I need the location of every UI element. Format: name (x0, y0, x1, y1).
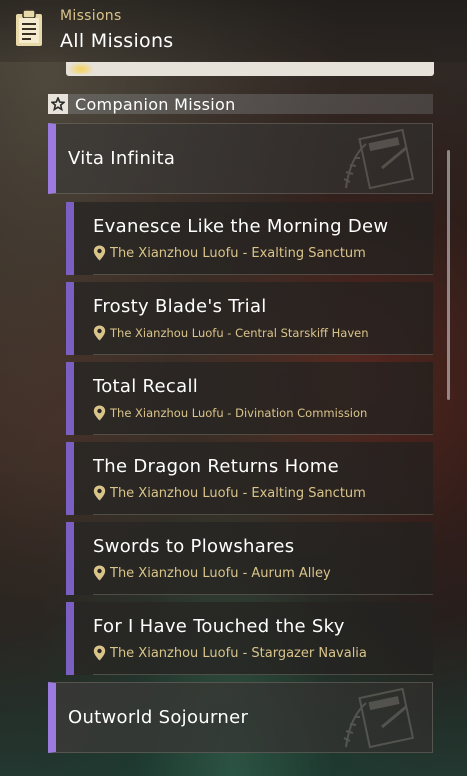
mission-item[interactable]: Total Recall The Xianzhou Luofu - Divina… (66, 362, 433, 435)
divider (93, 274, 433, 275)
divider (93, 514, 433, 515)
mission-item[interactable]: Frosty Blade's Trial The Xianzhou Luofu … (66, 282, 433, 355)
mission-title: Swords to Plowshares (93, 536, 295, 557)
mission-item[interactable]: The Dragon Returns Home The Xianzhou Luo… (66, 442, 433, 515)
mission-location-text: The Xianzhou Luofu - Divination Commissi… (110, 406, 368, 420)
mission-item[interactable]: Evanesce Like the Morning Dew The Xianzh… (66, 202, 433, 275)
mission-title: Frosty Blade's Trial (93, 296, 267, 317)
group-title: Outworld Sojourner (68, 707, 249, 728)
mission-accent-bar (66, 602, 74, 675)
mission-title: For I Have Touched the Sky (93, 616, 345, 637)
mission-location-text: The Xianzhou Luofu - Exalting Sanctum (110, 485, 366, 501)
mission-accent-bar (66, 522, 74, 595)
scrollbar[interactable] (447, 150, 450, 400)
mission-title: The Dragon Returns Home (93, 456, 339, 477)
location-pin-icon (93, 245, 106, 261)
divider (93, 354, 433, 355)
mission-accent-bar (66, 282, 74, 355)
section-label: Companion Mission (75, 94, 236, 114)
mission-accent-bar (66, 362, 74, 435)
mission-location-text: The Xianzhou Luofu - Central Starskiff H… (110, 326, 369, 340)
location-pin-icon (93, 645, 106, 661)
mission-location-text: The Xianzhou Luofu - Stargazer Navalia (110, 645, 367, 661)
divider (93, 434, 433, 435)
clipboard-icon (16, 9, 42, 46)
mission-accent-bar (66, 202, 74, 275)
mission-location: The Xianzhou Luofu - Central Starskiff H… (93, 325, 369, 341)
companion-emblem-icon (343, 128, 415, 190)
mission-title: Total Recall (93, 376, 199, 397)
group-header-outworld-sojourner[interactable]: Outworld Sojourner (48, 682, 433, 753)
section-header-companion: Companion Mission (48, 94, 433, 114)
group-title: Vita Infinita (68, 148, 176, 169)
header-subtitle: Missions (60, 8, 122, 24)
mission-item[interactable]: For I Have Touched the Sky The Xianzhou … (66, 602, 433, 675)
mission-title: Evanesce Like the Morning Dew (93, 216, 389, 237)
star-icon (48, 94, 68, 114)
page-title: All Missions (60, 30, 174, 52)
mission-list[interactable]: Companion Mission Vita Infinita Evanesce… (48, 62, 434, 776)
mission-location: The Xianzhou Luofu - Exalting Sanctum (93, 485, 366, 501)
mission-location: The Xianzhou Luofu - Stargazer Navalia (93, 645, 367, 661)
mission-location: The Xianzhou Luofu - Exalting Sanctum (93, 245, 366, 261)
companion-emblem-icon (343, 687, 415, 749)
mission-location-text: The Xianzhou Luofu - Aurum Alley (110, 565, 331, 581)
mission-glow-icon (68, 62, 94, 74)
location-pin-icon (93, 485, 106, 501)
mission-location: The Xianzhou Luofu - Aurum Alley (93, 565, 331, 581)
group-header-vita-infinita[interactable]: Vita Infinita (48, 123, 433, 194)
mission-item[interactable]: Swords to Plowshares The Xianzhou Luofu … (66, 522, 433, 595)
previous-mission-card[interactable] (66, 62, 434, 76)
divider (93, 594, 433, 595)
mission-location: The Xianzhou Luofu - Divination Commissi… (93, 405, 367, 421)
location-pin-icon (93, 405, 106, 421)
mission-header: Missions All Missions (0, 0, 467, 62)
mission-location-text: The Xianzhou Luofu - Exalting Sanctum (110, 245, 366, 261)
location-pin-icon (93, 325, 106, 341)
location-pin-icon (93, 565, 106, 581)
divider (93, 674, 433, 675)
mission-accent-bar (66, 442, 74, 515)
